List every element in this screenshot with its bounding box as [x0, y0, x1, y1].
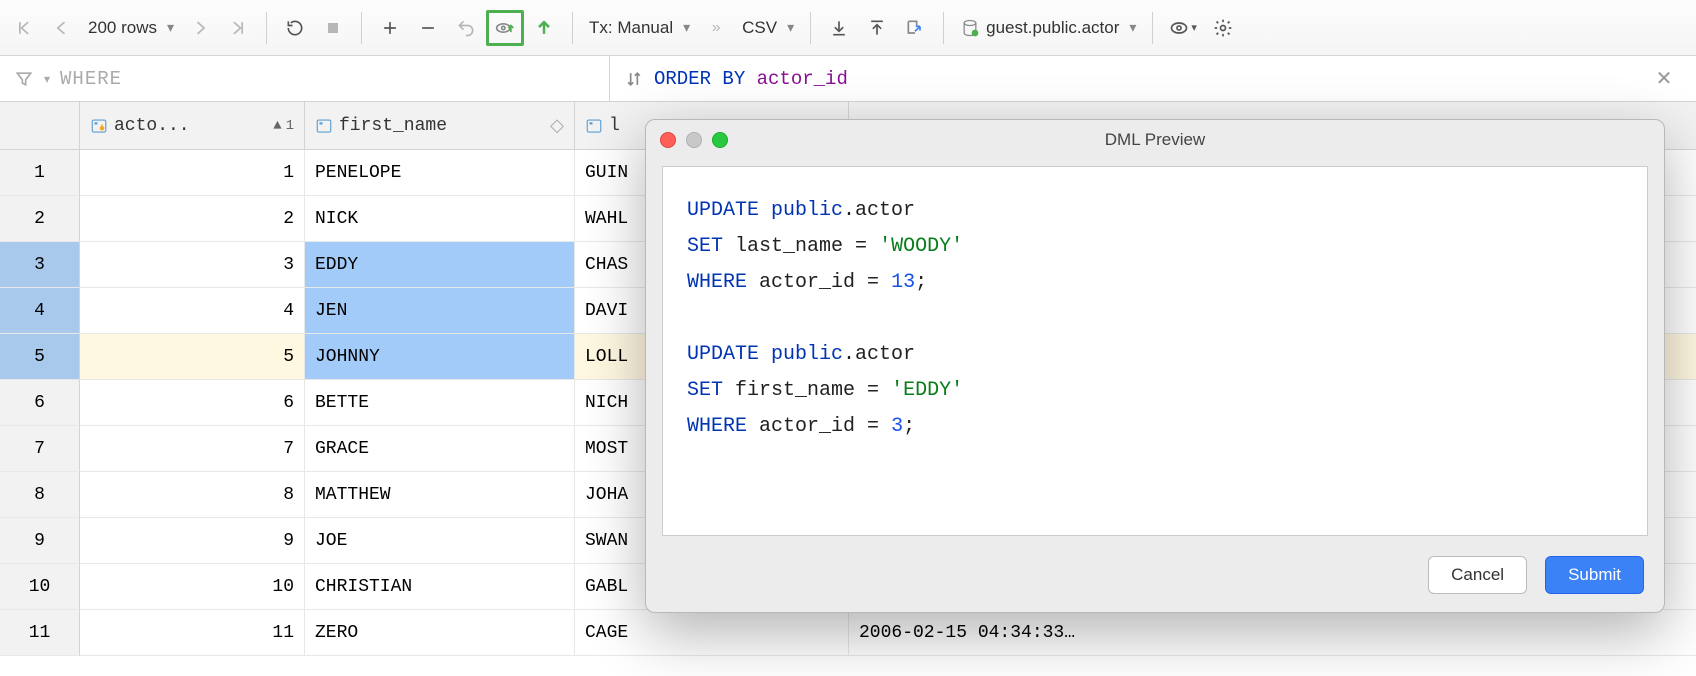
cell-first-name[interactable]: MATTHEW: [305, 472, 575, 518]
datasource-label: guest.public.actor: [986, 18, 1119, 38]
rows-dropdown[interactable]: 200 rows: [82, 10, 180, 46]
copy-to-button[interactable]: [897, 10, 933, 46]
filter-bar: ▾ WHERE ORDER BY actor_id ✕: [0, 56, 1696, 102]
format-label: CSV: [742, 18, 777, 38]
datasource-dropdown[interactable]: guest.public.actor: [954, 10, 1142, 46]
cell-actor-id[interactable]: 10: [80, 564, 305, 610]
row-number[interactable]: 8: [0, 472, 80, 518]
orderby-keyword: ORDER BY: [654, 68, 745, 90]
cell-first-name[interactable]: ZERO: [305, 610, 575, 656]
cell-actor-id[interactable]: 4: [80, 288, 305, 334]
corner-header: [0, 102, 80, 150]
cell-actor-id[interactable]: 8: [80, 472, 305, 518]
cell-first-name[interactable]: JOE: [305, 518, 575, 564]
stop-button[interactable]: [315, 10, 351, 46]
row-number[interactable]: 3: [0, 242, 80, 288]
next-page-button[interactable]: [182, 10, 218, 46]
row-number[interactable]: 7: [0, 426, 80, 472]
sql-preview-area[interactable]: UPDATE public.actor SET last_name = 'WOO…: [662, 166, 1648, 536]
cell-first-name[interactable]: BETTE: [305, 380, 575, 426]
prev-page-button[interactable]: [44, 10, 80, 46]
column-icon: [585, 117, 603, 135]
cell-first-name[interactable]: CHRISTIAN: [305, 564, 575, 610]
delete-row-button[interactable]: [410, 10, 446, 46]
row-number[interactable]: 9: [0, 518, 80, 564]
export-down-button[interactable]: [821, 10, 857, 46]
orderby-column: actor_id: [757, 68, 848, 90]
column-header-actor-id[interactable]: acto... ▲ 1: [80, 102, 305, 150]
row-number[interactable]: 10: [0, 564, 80, 610]
cell-first-name[interactable]: PENELOPE: [305, 150, 575, 196]
filter-icon: [14, 69, 34, 89]
settings-button[interactable]: [1205, 10, 1241, 46]
cell-timestamp[interactable]: 2006-02-15 04:34:33…: [849, 610, 1696, 656]
toolbar: 200 rows Tx: Manual » CSV guest.public.a…: [0, 0, 1696, 56]
cell-actor-id[interactable]: 9: [80, 518, 305, 564]
row-number[interactable]: 4: [0, 288, 80, 334]
import-up-button[interactable]: [859, 10, 895, 46]
row-number[interactable]: 2: [0, 196, 80, 242]
pk-column-icon: [90, 117, 108, 135]
cancel-button[interactable]: Cancel: [1428, 556, 1527, 594]
sort-icon: [624, 69, 644, 89]
orderby-filter[interactable]: ORDER BY actor_id: [624, 68, 848, 90]
row-number[interactable]: 5: [0, 334, 80, 380]
add-row-button[interactable]: [372, 10, 408, 46]
more-button[interactable]: »: [698, 10, 734, 46]
rows-label: 200 rows: [88, 18, 157, 38]
dml-preview-dialog: DML Preview UPDATE public.actor SET last…: [645, 119, 1665, 613]
close-filter-button[interactable]: ✕: [1646, 61, 1682, 97]
column-header-first-name[interactable]: first_name ◇: [305, 102, 575, 150]
row-number[interactable]: 11: [0, 610, 80, 656]
where-placeholder: WHERE: [60, 68, 122, 90]
cell-actor-id[interactable]: 6: [80, 380, 305, 426]
row-number[interactable]: 6: [0, 380, 80, 426]
tx-mode-dropdown[interactable]: Tx: Manual: [583, 10, 696, 46]
view-mode-button[interactable]: ▾: [1163, 10, 1203, 46]
last-page-button[interactable]: [220, 10, 256, 46]
cell-first-name[interactable]: JOHNNY: [305, 334, 575, 380]
preview-dml-button[interactable]: [486, 10, 524, 46]
cell-actor-id[interactable]: 11: [80, 610, 305, 656]
cell-first-name[interactable]: GRACE: [305, 426, 575, 472]
dialog-titlebar[interactable]: DML Preview: [646, 120, 1664, 160]
cell-actor-id[interactable]: 1: [80, 150, 305, 196]
cell-first-name[interactable]: NICK: [305, 196, 575, 242]
cell-actor-id[interactable]: 7: [80, 426, 305, 472]
cell-last-name[interactable]: CAGE: [575, 610, 849, 656]
column-icon: [315, 117, 333, 135]
submit-button[interactable]: [526, 10, 562, 46]
row-number[interactable]: 1: [0, 150, 80, 196]
submit-button[interactable]: Submit: [1545, 556, 1644, 594]
cell-first-name[interactable]: JEN: [305, 288, 575, 334]
tx-label: Tx: Manual: [589, 18, 673, 38]
datasource-icon: [960, 18, 980, 38]
where-filter[interactable]: ▾ WHERE: [0, 56, 610, 101]
reload-button[interactable]: [277, 10, 313, 46]
dialog-title: DML Preview: [646, 130, 1664, 150]
dialog-buttons: Cancel Submit: [646, 548, 1664, 612]
revert-button[interactable]: [448, 10, 484, 46]
first-page-button[interactable]: [6, 10, 42, 46]
cell-actor-id[interactable]: 3: [80, 242, 305, 288]
cell-actor-id[interactable]: 5: [80, 334, 305, 380]
export-format-dropdown[interactable]: CSV: [736, 10, 800, 46]
cell-actor-id[interactable]: 2: [80, 196, 305, 242]
cell-first-name[interactable]: EDDY: [305, 242, 575, 288]
